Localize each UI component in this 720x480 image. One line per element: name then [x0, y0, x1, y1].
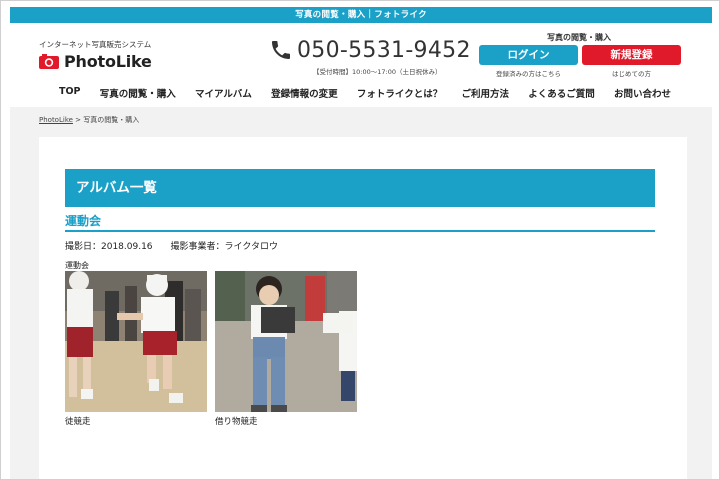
- shoot-date: 撮影日：2018.09.16: [65, 242, 153, 252]
- photographer: 撮影事業者：ライクタロウ: [170, 242, 278, 252]
- nav-item-contact[interactable]: お問い合わせ: [614, 86, 671, 100]
- phone-icon: [272, 41, 290, 59]
- nav-item-gallery[interactable]: 写真の閲覧・購入: [100, 86, 176, 100]
- nav-item-faq[interactable]: よくあるご質問: [528, 86, 595, 100]
- photo-thumbnail-footrace[interactable]: [65, 271, 207, 412]
- header-gallery-caption: 写真の閲覧・購入: [547, 33, 611, 42]
- phone-number: 050-5531-9452: [297, 37, 471, 63]
- breadcrumb-home-link[interactable]: PhotoLike: [39, 116, 73, 124]
- login-button[interactable]: ログイン: [479, 45, 578, 65]
- logo-text: PhotoLike: [64, 51, 152, 71]
- album-list-heading-text: アルバム一覧: [76, 180, 157, 196]
- phone-contact[interactable]: 050-5531-9452: [269, 36, 471, 64]
- main-nav: TOP 写真の閲覧・購入 マイアルバム 登録情報の変更 フォトライクとは？ ご利…: [59, 86, 671, 100]
- event-meta: 撮影日：2018.09.16 撮影事業者：ライクタロウ: [65, 239, 278, 252]
- nav-item-about[interactable]: フォトライクとは？: [357, 86, 442, 100]
- nav-item-how-to[interactable]: ご利用方法: [461, 86, 509, 100]
- photo-thumbnail-borrowing-race[interactable]: [215, 271, 357, 412]
- footrace-photo: [65, 271, 207, 412]
- register-note: はじめての方: [612, 70, 651, 78]
- site-logo[interactable]: PhotoLike: [39, 51, 152, 71]
- breadcrumb: PhotoLike > 写真の閲覧・購入: [39, 115, 139, 125]
- camera-icon: [39, 53, 59, 69]
- album-name: 運動会: [65, 261, 89, 270]
- event-title-divider: [65, 230, 655, 232]
- breadcrumb-separator: >: [72, 116, 84, 124]
- top-banner: 写真の閲覧・購入｜フォトライク: [10, 7, 712, 23]
- photo-caption-borrowing-race: 借り物競走: [215, 417, 258, 427]
- nav-item-top[interactable]: TOP: [59, 86, 81, 100]
- nav-item-my-album[interactable]: マイアルバム: [195, 86, 252, 100]
- event-title: 運動会: [65, 214, 102, 228]
- business-hours: 【受付時間】10:00〜17:00（土日祝休み）: [313, 68, 442, 76]
- borrowing-race-photo: [215, 271, 357, 412]
- register-button[interactable]: 新規登録: [582, 45, 681, 65]
- breadcrumb-current: 写真の閲覧・購入: [83, 116, 140, 124]
- photo-caption-footrace: 徒競走: [65, 417, 91, 427]
- browser-frame: 写真の閲覧・購入｜フォトライク インターネット写真販売システム PhotoLik…: [0, 0, 720, 480]
- nav-item-account[interactable]: 登録情報の変更: [271, 86, 338, 100]
- site-tagline: インターネット写真販売システム: [39, 40, 152, 49]
- album-list-heading: アルバム一覧: [65, 169, 655, 207]
- login-note: 登録済みの方はこちら: [496, 70, 561, 78]
